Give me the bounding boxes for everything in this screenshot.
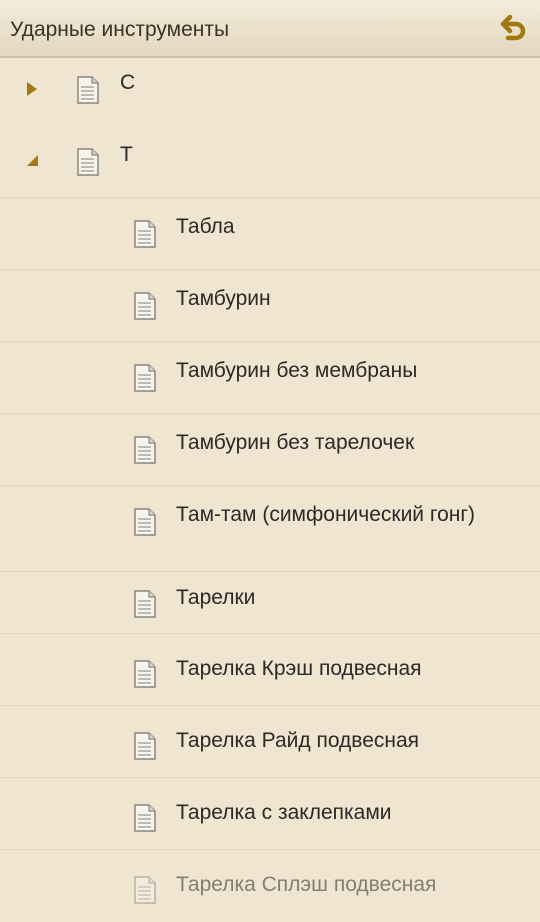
document-icon xyxy=(77,76,99,104)
document-icon xyxy=(134,364,156,392)
list-item-label: Тамбурин без тарелочек xyxy=(176,431,415,454)
list-item[interactable]: Тарелка с заклепками xyxy=(0,778,540,850)
page-title: Ударные инструменты xyxy=(10,18,230,41)
tree-group-row[interactable]: С xyxy=(0,58,540,126)
list-item[interactable]: Табла xyxy=(0,198,540,270)
list-item-label: Тамбурин xyxy=(176,287,271,310)
expand-arrow-icon[interactable] xyxy=(24,81,40,97)
document-icon xyxy=(134,732,156,760)
document-icon xyxy=(134,436,156,464)
list-item[interactable]: Тамбурин без мембраны xyxy=(0,342,540,414)
list-item-label: Тарелка Крэш подвесная xyxy=(176,657,422,680)
collapse-arrow-icon[interactable] xyxy=(24,152,40,168)
tree-group-label: С xyxy=(120,71,136,94)
list-item-label: Тарелка Сплэш подвесная xyxy=(176,873,437,896)
document-icon xyxy=(134,220,156,248)
document-icon xyxy=(134,804,156,832)
list-item[interactable]: Тамбурин без тарелочек xyxy=(0,414,540,486)
list-item[interactable]: Тарелка Сплэш подвесная xyxy=(0,850,540,922)
list-item[interactable]: Там-там (симфонический гонг) xyxy=(0,486,540,572)
tree-group-row[interactable]: Т xyxy=(0,126,540,198)
action-bar: Ударные инструменты xyxy=(0,0,540,58)
list-item[interactable]: Тарелки xyxy=(0,572,540,634)
document-icon xyxy=(134,508,156,536)
document-icon xyxy=(134,590,156,618)
list-item-label: Табла xyxy=(176,215,235,238)
list-item-label: Тарелка Райд подвесная xyxy=(176,729,420,752)
tree-group-label: Т xyxy=(120,143,133,166)
document-icon xyxy=(134,660,156,688)
document-icon xyxy=(134,292,156,320)
list-item[interactable]: Тарелка Крэш подвесная xyxy=(0,634,540,706)
list-item-label: Тамбурин без мембраны xyxy=(176,359,418,382)
list-item[interactable]: Тамбурин xyxy=(0,270,540,342)
list-item-label: Тарелка с заклепками xyxy=(176,801,392,824)
list-item-label: Тарелки xyxy=(176,586,256,609)
back-arrow-icon[interactable] xyxy=(494,10,530,46)
document-icon xyxy=(77,148,99,176)
list-item-label: Там-там (симфонический гонг) xyxy=(176,503,476,526)
list-item[interactable]: Тарелка Райд подвесная xyxy=(0,706,540,778)
